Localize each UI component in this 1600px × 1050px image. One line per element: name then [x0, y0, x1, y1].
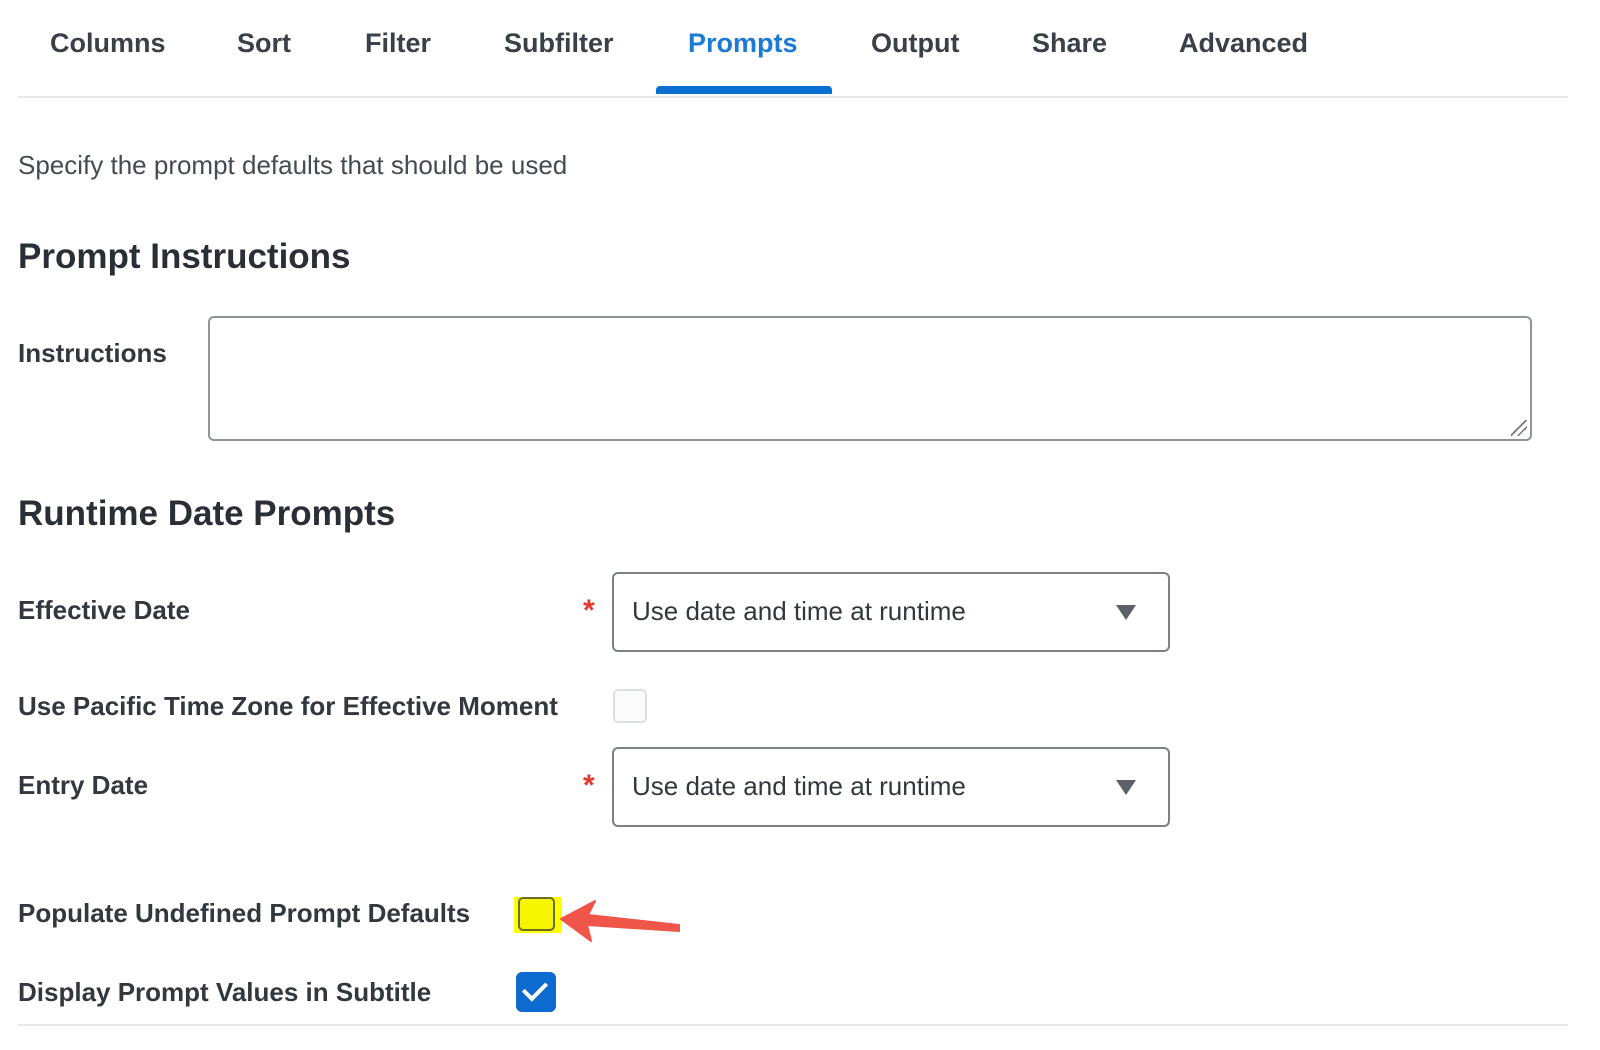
- required-indicator: *: [583, 594, 595, 627]
- chevron-down-icon: [1116, 605, 1136, 620]
- tab-filter[interactable]: Filter: [365, 28, 431, 59]
- display-prompt-values-label: Display Prompt Values in Subtitle: [18, 977, 432, 1007]
- tab-output[interactable]: Output: [871, 28, 959, 59]
- red-arrow-icon: [560, 900, 680, 942]
- tab-share[interactable]: Share: [1032, 28, 1107, 59]
- pacific-time-zone-checkbox[interactable]: [613, 689, 647, 723]
- tab-columns[interactable]: Columns: [50, 28, 166, 59]
- prompt-instructions-heading: Prompt Instructions: [18, 237, 351, 276]
- display-prompt-values-checkbox[interactable]: [516, 972, 556, 1012]
- required-indicator: *: [583, 769, 595, 802]
- tab-sort[interactable]: Sort: [237, 28, 291, 59]
- tab-subfilter[interactable]: Subfilter: [504, 28, 614, 59]
- instructions-textarea[interactable]: [208, 316, 1532, 441]
- entry-date-label: Entry Date: [18, 770, 149, 800]
- active-tab-indicator: [656, 86, 832, 94]
- tab-bar: Columns Sort Filter Subfilter Prompts Ou…: [18, 0, 1568, 98]
- divider: [18, 1024, 1568, 1026]
- entry-date-select[interactable]: Use date and time at runtime: [612, 747, 1170, 827]
- effective-date-select[interactable]: Use date and time at runtime: [612, 572, 1170, 652]
- populate-undefined-label: Populate Undefined Prompt Defaults: [18, 898, 471, 928]
- effective-date-label: Effective Date: [18, 595, 190, 625]
- resize-grip-icon[interactable]: [1511, 420, 1527, 436]
- pacific-time-zone-label: Use Pacific Time Zone for Effective Mome…: [18, 691, 558, 721]
- tab-advanced[interactable]: Advanced: [1179, 28, 1308, 59]
- runtime-date-prompts-heading: Runtime Date Prompts: [18, 494, 396, 533]
- populate-undefined-checkbox[interactable]: [518, 897, 555, 931]
- page-description: Specify the prompt defaults that should …: [18, 150, 568, 180]
- chevron-down-icon: [1116, 780, 1136, 795]
- tab-prompts[interactable]: Prompts: [688, 28, 798, 59]
- entry-date-value: Use date and time at runtime: [632, 771, 966, 801]
- instructions-label: Instructions: [18, 338, 167, 368]
- effective-date-value: Use date and time at runtime: [632, 596, 966, 626]
- check-icon: [521, 975, 549, 1002]
